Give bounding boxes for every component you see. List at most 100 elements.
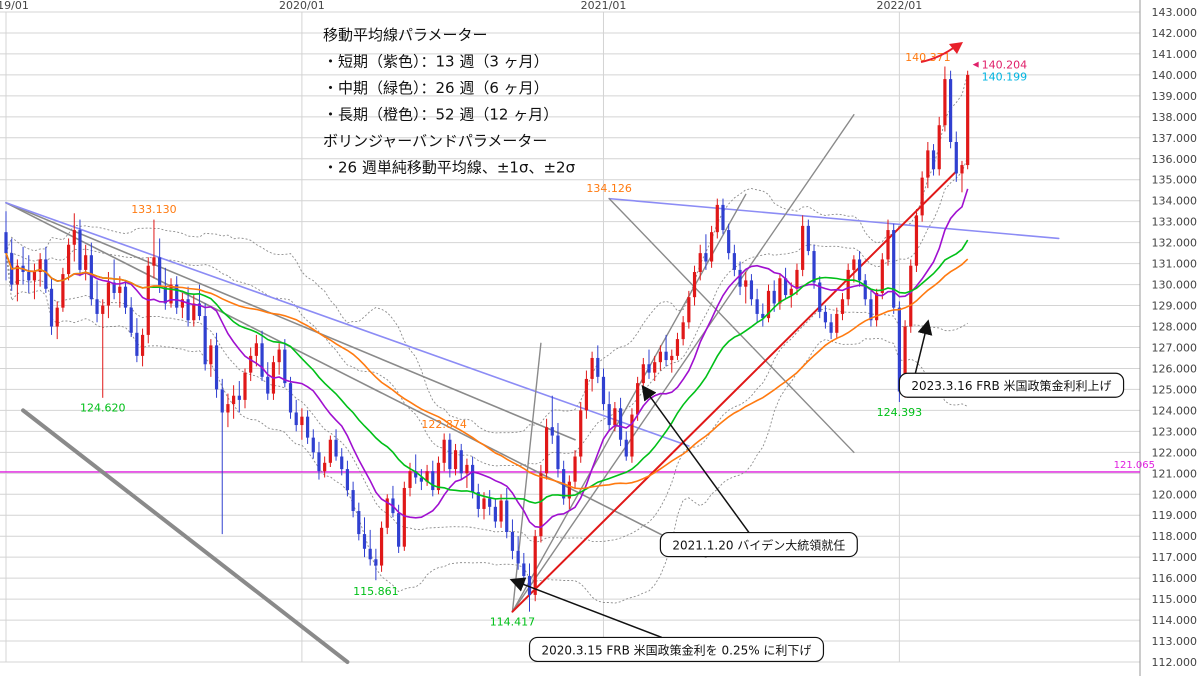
candle-body [596,357,600,377]
candle-body [368,548,372,560]
horizontal-level-label: 121.065 [1114,460,1155,471]
candle-body [806,225,810,252]
candle-body [488,498,492,507]
candle-body [846,269,850,300]
candle-body [909,265,913,327]
y-tick-label: 128.000 [1152,321,1198,334]
candle-body [721,204,725,231]
chart-svg: 112.000 113.000 114.000 115.000 116.000 117.0… [0,0,1200,676]
candle-body [778,278,782,304]
candle-body [465,464,469,474]
candle-body [675,339,680,356]
x-tick-label: 2019/01 [0,0,29,12]
candle-body [840,299,845,314]
candle-body [243,372,247,400]
candle-body [653,362,657,373]
candle [579,402,583,463]
candle-body [374,559,378,566]
price-label: 124.620 [80,401,126,414]
y-tick-label: 114.000 [1152,614,1198,627]
candle-body [152,257,156,266]
candle-body [920,177,924,216]
candle-body [556,435,560,470]
y-tick-label: 116.000 [1152,572,1198,585]
candle-body [300,416,304,426]
candle-body [294,412,298,426]
candle-body [613,408,617,426]
candle-body [698,253,702,272]
candle [544,418,549,480]
candle-body [232,395,236,405]
candle-body [78,230,82,270]
candle-body [442,439,446,463]
candle-body [829,322,833,333]
candle-body [323,462,327,472]
candle-body [311,437,315,453]
candle-body [687,297,691,323]
candle-body [459,450,463,474]
candle-body [379,527,384,566]
price-label: 133.130 [131,203,177,216]
candle-body [72,230,76,245]
candle-body [732,253,736,270]
candle [379,521,384,572]
candle-body [431,471,435,491]
parameter-note-line: ・26 週単純移動平均線、±1σ、±2σ [323,159,576,177]
candle-body [140,334,145,356]
candle-body [129,307,133,333]
candle-body [362,534,367,549]
candle-body [510,532,515,551]
candle-body [926,150,930,178]
candle-body [32,272,37,281]
candle-body [801,225,805,270]
x-tick-label: 2021/01 [581,0,627,12]
annotation-text: 2021.1.20 バイデン大統領就任 [672,538,845,553]
y-tick-label: 131.000 [1152,258,1198,271]
candle-body [966,74,970,166]
candle-body [533,536,537,595]
candle-body [254,343,258,356]
candle-body [670,355,674,361]
candle-body [823,311,828,323]
candle-body [27,272,31,281]
candle [812,244,816,289]
annotation-text: 2020.3.15 FRB 米国政策金利を 0.25% に利下げ [542,642,812,657]
y-tick-label: 125.000 [1152,383,1198,396]
candle-body [505,500,509,532]
candle-body [448,439,452,470]
candle-body [641,364,645,384]
candle-body [106,282,111,306]
candle [880,253,884,300]
candle-body [118,286,122,293]
last-price-labels: 140.204140.199 [972,59,1028,84]
candle [914,209,919,272]
y-tick-label: 138.000 [1152,111,1198,124]
y-tick-label: 129.000 [1152,300,1198,313]
candle [533,529,537,602]
candle-body [789,288,793,296]
candle-body [618,408,623,440]
candle-body [340,456,344,470]
price-label: 134.126 [586,182,632,195]
candle-body [892,230,896,308]
candle-body [49,288,54,327]
candle-body [948,79,953,142]
candle-body [209,345,213,365]
y-tick-label: 126.000 [1152,362,1198,375]
candle [966,70,970,170]
candle-body [863,280,867,300]
candle-body [89,255,93,300]
parameter-note-line: ・短期（紫色）：13 週（3 ヶ月） [323,53,549,71]
last-price-label: 140.199 [982,71,1028,84]
candle-body [527,576,532,595]
candle [920,171,924,222]
candle-body [573,456,577,482]
candle-body [123,286,128,308]
candle-body [658,351,662,363]
candle-body [499,500,503,522]
candle-body [590,357,594,379]
candle-body [857,259,862,281]
candle-body [334,439,338,457]
candle-body [95,299,99,314]
y-tick-label: 133.000 [1152,216,1198,229]
